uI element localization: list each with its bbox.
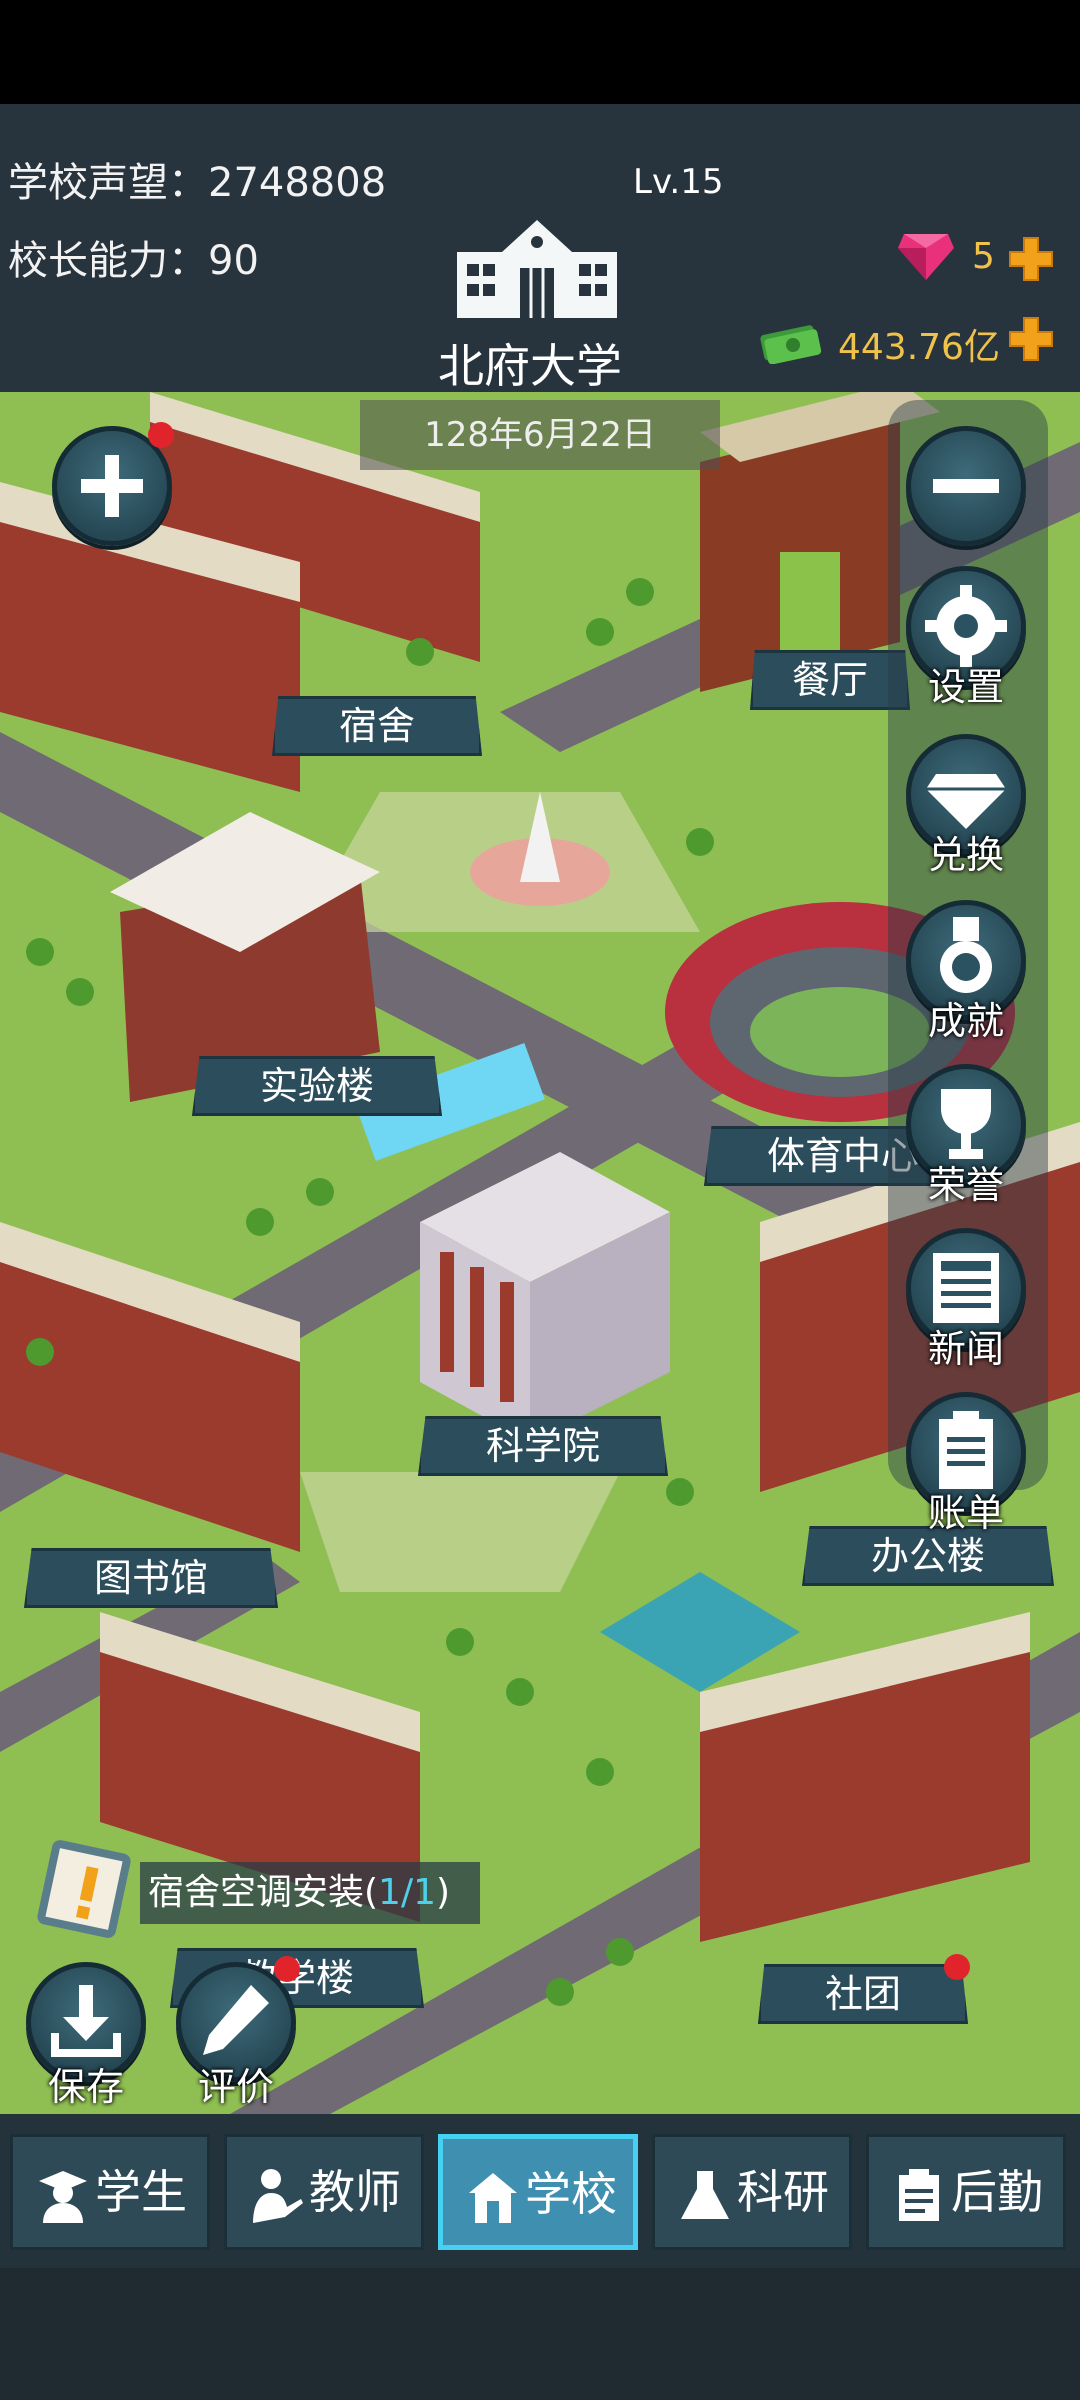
- label-lab[interactable]: 实验楼: [192, 1056, 442, 1116]
- news-label: 新闻: [927, 1327, 1004, 1371]
- tab-logistics[interactable]: 后勤: [866, 2134, 1066, 2250]
- tab-students[interactable]: 学生: [10, 2134, 210, 2250]
- clipboard-icon: [899, 2169, 939, 2221]
- bills-label: 账单: [927, 1491, 1004, 1535]
- gem-count: 5: [972, 236, 995, 277]
- flask-icon: [681, 2171, 729, 2219]
- school-name: 北府大学: [438, 339, 622, 393]
- exchange-label: 兑换: [927, 833, 1004, 877]
- club-notification-dot: [944, 1954, 970, 1980]
- add-money-plus-icon[interactable]: [1006, 314, 1056, 364]
- task-progress[interactable]: 宿舍空调安装(1/1): [140, 1862, 480, 1924]
- tab-research-label: 科研: [737, 2165, 829, 2219]
- school-icon: [469, 2173, 517, 2223]
- status-bar: [0, 0, 1080, 104]
- ability-label: 校长能力：: [8, 238, 208, 284]
- review-label: 评价: [197, 2065, 274, 2109]
- bottom-nav: 学生 教师 学校 科研 后勤: [0, 2114, 1080, 2268]
- money-icon: [760, 325, 822, 364]
- label-club[interactable]: 社团: [758, 1964, 968, 2024]
- task-clipboard-icon[interactable]: [34, 1832, 144, 1942]
- reputation-label: 学校声望：: [8, 160, 208, 206]
- reputation-stat: 学校声望：2748808: [8, 150, 386, 208]
- task-text-end: ): [435, 1872, 451, 1913]
- tab-teachers-label: 教师: [309, 2165, 401, 2219]
- tab-school[interactable]: 学校: [438, 2134, 638, 2250]
- label-library[interactable]: 图书馆: [24, 1548, 278, 1608]
- money-amount: 443.76亿: [838, 327, 1000, 368]
- label-dorm[interactable]: 宿舍: [272, 696, 482, 756]
- school-level: Lv.15: [633, 162, 724, 202]
- task-count: 1/1: [378, 1872, 436, 1913]
- save-label: 保存: [47, 2065, 124, 2109]
- plus-icon: [81, 455, 143, 517]
- tab-school-label: 学校: [525, 2167, 617, 2221]
- zoom-out-button[interactable]: [906, 426, 1026, 546]
- achievements-label: 成就: [927, 999, 1004, 1043]
- gem-icon: [898, 234, 954, 280]
- build-notification-dot: [148, 422, 174, 448]
- label-canteen[interactable]: 餐厅: [750, 650, 910, 710]
- game-date: 128年6月22日: [360, 400, 720, 470]
- review-notification-dot: [274, 1956, 300, 1982]
- system-navigation-bar: [0, 2268, 1080, 2400]
- tab-logistics-label: 后勤: [951, 2165, 1043, 2219]
- reputation-value: 2748808: [208, 160, 387, 206]
- teacher-icon: [253, 2169, 303, 2223]
- label-science[interactable]: 科学院: [418, 1416, 668, 1476]
- tab-teachers[interactable]: 教师: [224, 2134, 424, 2250]
- ability-value: 90: [208, 238, 259, 284]
- student-icon: [39, 2171, 87, 2223]
- honors-label: 荣誉: [927, 1163, 1004, 1207]
- school-building-icon: [457, 220, 617, 318]
- tab-students-label: 学生: [95, 2165, 187, 2219]
- tab-research[interactable]: 科研: [652, 2134, 852, 2250]
- add-gems-plus-icon[interactable]: [1006, 234, 1056, 284]
- task-text: 宿舍空调安装(: [148, 1872, 379, 1913]
- minus-icon: [933, 479, 999, 493]
- settings-label: 设置: [927, 665, 1004, 709]
- ability-stat: 校长能力：90: [8, 228, 259, 286]
